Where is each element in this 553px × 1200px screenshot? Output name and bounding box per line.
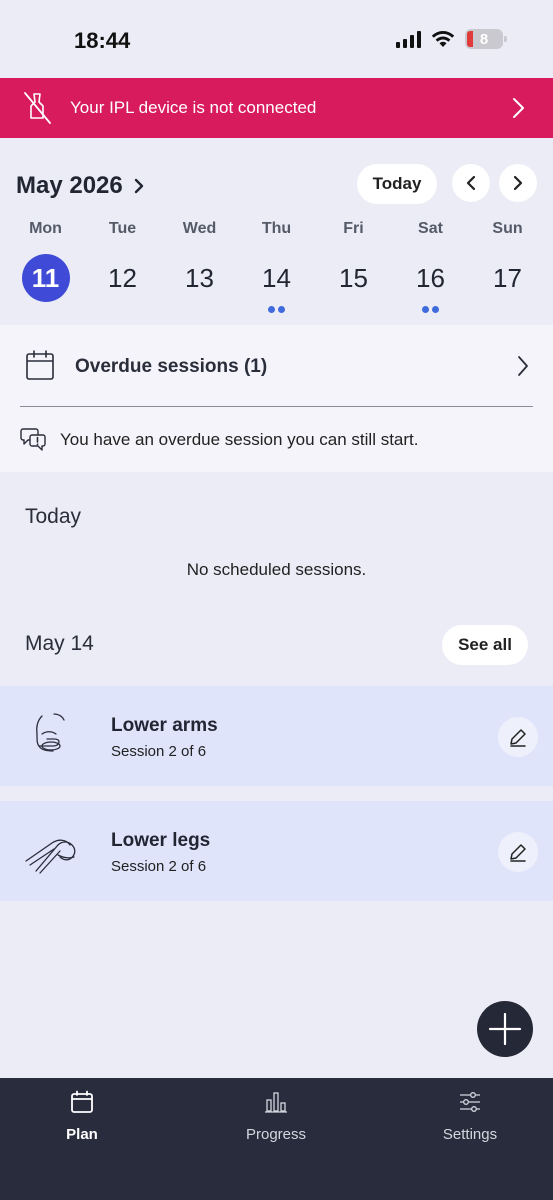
see-all-button[interactable]: See all [442, 625, 528, 665]
tab-label: Plan [66, 1126, 98, 1143]
session-dot [422, 306, 429, 313]
edit-session-button[interactable] [498, 832, 538, 872]
day-sun[interactable]: Sun 17 [469, 220, 546, 314]
previous-week-button[interactable] [452, 164, 490, 202]
battery-icon: 8 [465, 29, 507, 49]
session-dots [238, 306, 315, 314]
tab-plan[interactable]: Plan [22, 1078, 142, 1158]
section-heading-date: May 14 [25, 632, 94, 655]
day-name: Tue [108, 220, 137, 237]
overdue-section: Overdue sessions (1) You have an overdue… [0, 325, 553, 472]
session-dots [84, 306, 161, 314]
day-sat[interactable]: Sat 16 [392, 220, 469, 314]
chevron-left-icon [466, 175, 476, 191]
session-dot [432, 306, 439, 313]
session-title: Lower legs [111, 830, 211, 851]
status-bar: 18:44 8 [0, 0, 553, 78]
signal-icon [396, 30, 421, 48]
banner-text: Your IPL device is not connected [70, 98, 317, 117]
day-fri[interactable]: Fri 15 [315, 220, 392, 314]
day-mon[interactable]: Mon 11 [7, 220, 84, 314]
session-card[interactable]: Lower arms Session 2 of 6 [0, 686, 553, 786]
empty-state-text: No scheduled sessions. [186, 560, 367, 579]
chat-alert-icon [20, 428, 46, 451]
today-button[interactable]: Today [357, 164, 437, 204]
chevron-right-icon [513, 98, 524, 118]
calendar-icon [71, 1090, 93, 1113]
tab-label: Settings [442, 1126, 498, 1143]
overdue-note: You have an overdue session you can stil… [60, 430, 419, 449]
day-name: Thu [261, 220, 292, 237]
chevron-right-icon [513, 175, 523, 191]
calendar-icon [26, 350, 54, 380]
status-icons: 8 [396, 29, 507, 49]
day-number: 15 [339, 263, 368, 293]
divider [20, 406, 533, 407]
day-name: Fri [343, 220, 364, 237]
session-title: Lower arms [111, 715, 218, 736]
pencil-icon [510, 844, 526, 862]
day-name: Wed [182, 220, 217, 237]
session-dots [469, 306, 546, 314]
day-thu[interactable]: Thu 14 [238, 220, 315, 314]
wifi-icon [431, 31, 455, 47]
day-wed[interactable]: Wed 13 [161, 220, 238, 314]
session-card[interactable]: Lower legs Session 2 of 6 [0, 801, 553, 901]
day-name: Mon [29, 220, 62, 237]
calendar-header: May 2026 Today Mon 11 Tue 12 Wed 13 Thu 14 Fri 15… [0, 138, 553, 324]
day-number: 12 [108, 263, 137, 293]
tab-label: Progress [245, 1126, 307, 1143]
day-tue[interactable]: Tue 12 [84, 220, 161, 314]
plus-icon [488, 1012, 522, 1046]
add-session-button[interactable] [477, 1001, 533, 1057]
day-number: 13 [185, 263, 214, 293]
bar-chart-icon [265, 1092, 287, 1113]
overdue-sessions-row[interactable]: Overdue sessions (1) [0, 325, 553, 407]
chevron-right-icon [518, 356, 528, 376]
session-subtitle: Session 2 of 6 [111, 858, 207, 875]
week-strip: Mon 11 Tue 12 Wed 13 Thu 14 Fri 15 Sat 16 Sun 17 [0, 220, 553, 314]
device-disconnected-icon [24, 92, 51, 124]
day-number-selected: 11 [21, 254, 70, 302]
chevron-right-icon [134, 178, 143, 194]
next-week-button[interactable] [499, 164, 537, 202]
day-number: 16 [416, 263, 445, 293]
tab-settings[interactable]: Settings [410, 1078, 530, 1158]
status-time: 18:44 [74, 28, 131, 53]
session-dots [392, 306, 469, 314]
day-number: 14 [262, 263, 291, 293]
session-dots [161, 306, 238, 314]
session-dots [7, 306, 84, 314]
session-dots [315, 306, 392, 314]
section-heading-today: Today [25, 505, 82, 528]
day-number: 17 [493, 263, 522, 293]
lower-legs-icon [25, 839, 76, 874]
session-dot [268, 306, 275, 313]
overdue-title: Overdue sessions (1) [75, 356, 268, 377]
lower-arms-icon [36, 713, 65, 752]
day-name: Sat [418, 220, 443, 237]
session-subtitle: Session 2 of 6 [111, 743, 207, 760]
session-dot [278, 306, 285, 313]
edit-session-button[interactable] [498, 717, 538, 757]
day-name: Sun [492, 220, 523, 237]
tab-bar: Plan Progress Settings [0, 1078, 553, 1200]
sliders-icon [460, 1092, 480, 1112]
tab-progress[interactable]: Progress [216, 1078, 336, 1158]
month-selector[interactable]: May 2026 [16, 172, 145, 200]
battery-level: 8 [479, 30, 489, 48]
device-not-connected-banner[interactable]: Your IPL device is not connected [0, 78, 553, 138]
month-label: May 2026 [16, 172, 123, 199]
pencil-icon [510, 729, 526, 747]
